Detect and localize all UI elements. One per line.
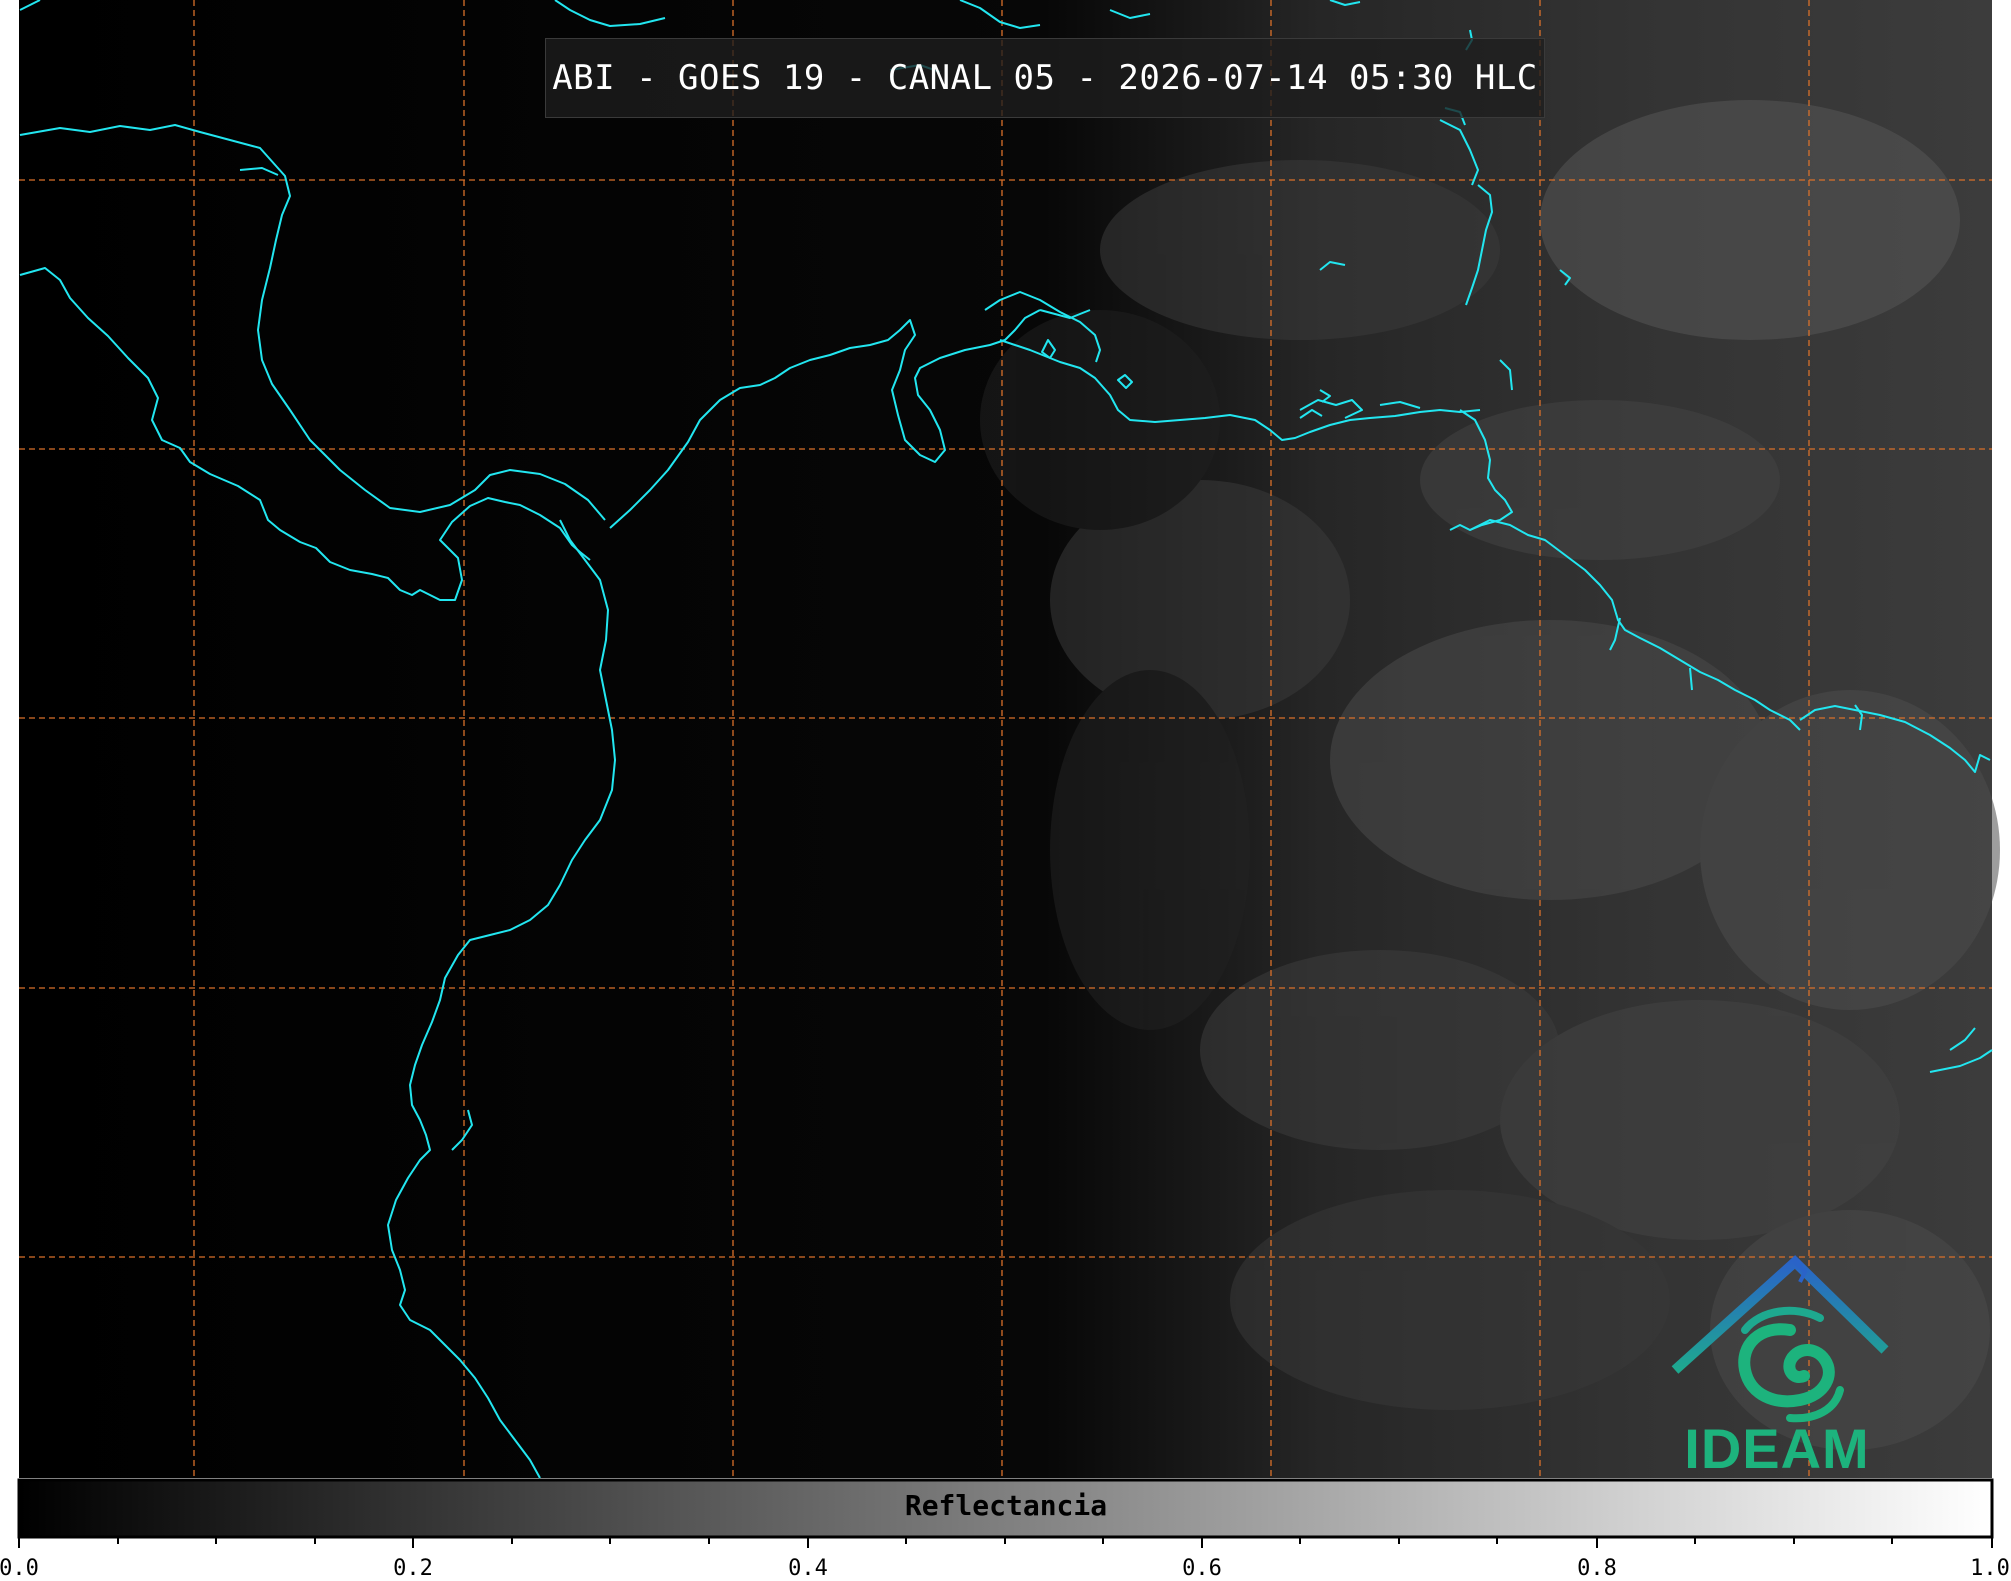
colorbar-tick-label: 0.4 (788, 1556, 828, 1581)
colorbar-tick-label: 0.8 (1577, 1556, 1617, 1581)
colorbar-label: Reflectancia (904, 1489, 1108, 1522)
colorbar-tick-label: 0.0 (0, 1556, 39, 1581)
ideam-logo-text: IDEAM (1684, 1417, 1870, 1480)
map-title: ABI - GOES 19 - CANAL 05 - 2026-07-14 05… (552, 58, 1538, 98)
colorbar-tick-label: 1.0 (1970, 1556, 2010, 1581)
colorbar-tick-label: 0.6 (1182, 1556, 1222, 1581)
colorbar-tick-label: 0.2 (393, 1556, 433, 1581)
satellite-map (0, 0, 2011, 1577)
map-title-box: ABI - GOES 19 - CANAL 05 - 2026-07-14 05… (545, 38, 1545, 118)
